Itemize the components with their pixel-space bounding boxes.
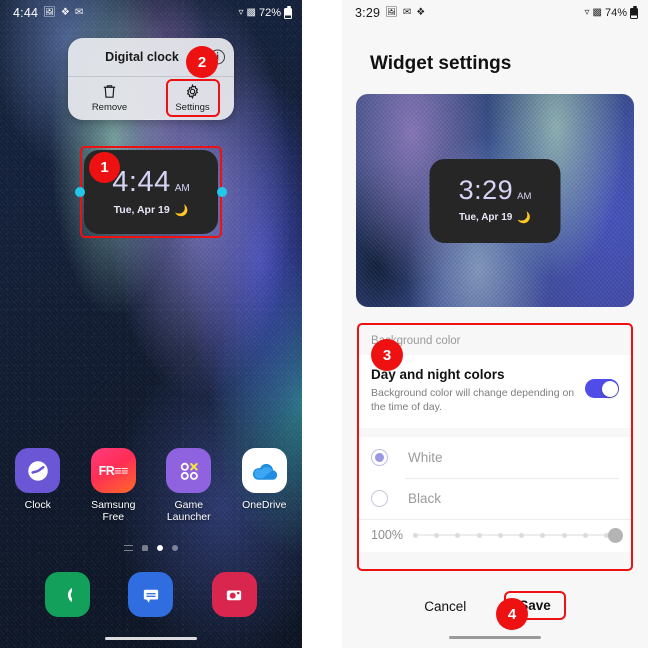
widget-time: 4:44: [112, 165, 171, 198]
app-onedrive[interactable]: OneDrive: [227, 448, 303, 523]
battery-percent: 72%: [258, 7, 281, 19]
settings-button[interactable]: Settings: [151, 77, 234, 120]
navigation-bar-right[interactable]: [449, 635, 541, 639]
dock: [0, 572, 302, 617]
page-indicator: [0, 545, 302, 551]
image-icon: 🖼: [385, 7, 398, 18]
messages-icon[interactable]: [128, 572, 174, 617]
step-badge-3: 3: [371, 339, 403, 371]
remove-button[interactable]: Remove: [68, 77, 151, 120]
app-game-launcher[interactable]: Game Launcher: [151, 448, 227, 523]
messages-icon: ✉: [402, 7, 412, 18]
settings-highlight-box: [165, 79, 220, 117]
slider-ticks: [412, 532, 609, 538]
clock-app-icon: [15, 448, 61, 493]
step-badge-1: 1: [89, 152, 120, 183]
page-dot[interactable]: [172, 545, 178, 551]
widget-ampm: AM: [174, 182, 190, 194]
opacity-slider[interactable]: [412, 526, 623, 544]
navigation-bar-left[interactable]: [105, 636, 197, 640]
battery-icon: [630, 5, 638, 19]
right-phone-widget-settings: 3:29 🖼 ✉ ❖ ▿ ▩ 74% Widget settings 3:29 …: [342, 0, 648, 648]
popup-pointer: [143, 119, 159, 120]
status-bar-left: 4:44 🖼 ❖ ✉ ▿ ▩ 72%: [0, 0, 302, 26]
left-phone-home-screen: 4:44 🖼 ❖ ✉ ▿ ▩ 72% Digital clock i Remov…: [0, 0, 302, 648]
preview-time-row: 3:29 AM: [459, 177, 532, 204]
preview-date-row: Tue, Apr 19 🌙: [459, 211, 531, 224]
resize-handle-left[interactable]: [75, 187, 85, 197]
app-grid: Clock FR≡≡ Samsung Free Game Launcher On…: [0, 448, 302, 523]
preview-widget-card: 3:29 AM Tue, Apr 19 🌙: [429, 158, 561, 243]
onedrive-app-icon: [241, 448, 287, 493]
screenshot-stage: 4:44 🖼 ❖ ✉ ▿ ▩ 72% Digital clock i Remov…: [0, 0, 648, 648]
crescent-moon-icon: 🌙: [174, 204, 189, 217]
widget-preview: 3:29 AM Tue, Apr 19 🌙: [356, 94, 634, 307]
signal-bars-icon: ▩: [592, 7, 602, 18]
app-label: Samsung Free: [91, 499, 136, 524]
popup-actions: Remove Settings: [68, 76, 234, 120]
color-option-white[interactable]: White: [371, 437, 619, 478]
preview-time: 3:29: [458, 175, 514, 205]
step-badge-2: 2: [186, 46, 218, 78]
preview-date: Tue, Apr 19: [458, 212, 513, 223]
status-bar-right: 3:29 🖼 ✉ ❖ ▿ ▩ 74%: [342, 0, 648, 26]
popup-title: Digital clock: [105, 50, 179, 64]
wifi-icon: ▿: [238, 7, 244, 18]
bluetooth-share-icon: ❖: [60, 7, 70, 18]
widget-date-row: Tue, Apr 19 🌙: [114, 204, 189, 217]
phone-icon[interactable]: [45, 572, 91, 617]
step-badge-4: 4: [496, 598, 528, 630]
wifi-icon: ▿: [584, 7, 590, 18]
opacity-value: 100%: [371, 528, 403, 543]
camera-icon[interactable]: [211, 572, 257, 617]
radio-white[interactable]: [371, 449, 388, 467]
preview-ampm: AM: [517, 191, 532, 202]
color-option-black[interactable]: Black: [371, 478, 619, 519]
widget-date: Tue, Apr 19: [113, 204, 170, 216]
color-option-label: Black: [408, 491, 442, 507]
widget-time-row: 4:44 AM: [112, 165, 190, 198]
page-dot-active[interactable]: [157, 545, 163, 551]
slider-thumb[interactable]: [608, 527, 623, 543]
image-icon: 🖼: [43, 7, 56, 18]
status-time: 3:29: [355, 6, 381, 20]
status-time: 4:44: [13, 6, 39, 20]
app-label: OneDrive: [242, 499, 287, 511]
day-night-toggle[interactable]: [585, 379, 619, 398]
opacity-slider-row[interactable]: 100%: [357, 519, 633, 553]
day-night-description: Background color will change depending o…: [371, 387, 575, 414]
remove-label: Remove: [91, 102, 128, 113]
cancel-button[interactable]: Cancel: [424, 599, 466, 614]
page-title: Widget settings: [370, 53, 512, 74]
samsung-free-app-icon: FR≡≡: [90, 448, 136, 493]
app-clock[interactable]: Clock: [0, 448, 76, 523]
page-dot-apps[interactable]: [124, 545, 133, 551]
messages-icon: ✉: [74, 7, 84, 18]
signal-bars-icon: ▩: [246, 7, 256, 18]
page-dot-home[interactable]: [142, 545, 148, 551]
app-label: Clock: [24, 499, 51, 511]
trash-icon: [103, 85, 116, 98]
radio-black[interactable]: [371, 490, 388, 508]
crescent-moon-icon: 🌙: [517, 212, 532, 224]
battery-percent: 74%: [604, 7, 627, 19]
game-launcher-app-icon: [166, 448, 212, 493]
day-night-title: Day and night colors: [371, 367, 505, 382]
footer-actions: Cancel Save: [342, 586, 648, 626]
color-options-list: White Black: [357, 437, 633, 520]
battery-icon: [284, 5, 292, 19]
color-option-label: White: [408, 450, 443, 466]
app-label: Game Launcher: [166, 499, 211, 524]
bluetooth-share-icon: ❖: [416, 7, 426, 18]
resize-handle-right[interactable]: [217, 187, 227, 197]
app-samsung-free[interactable]: FR≡≡ Samsung Free: [76, 448, 152, 523]
